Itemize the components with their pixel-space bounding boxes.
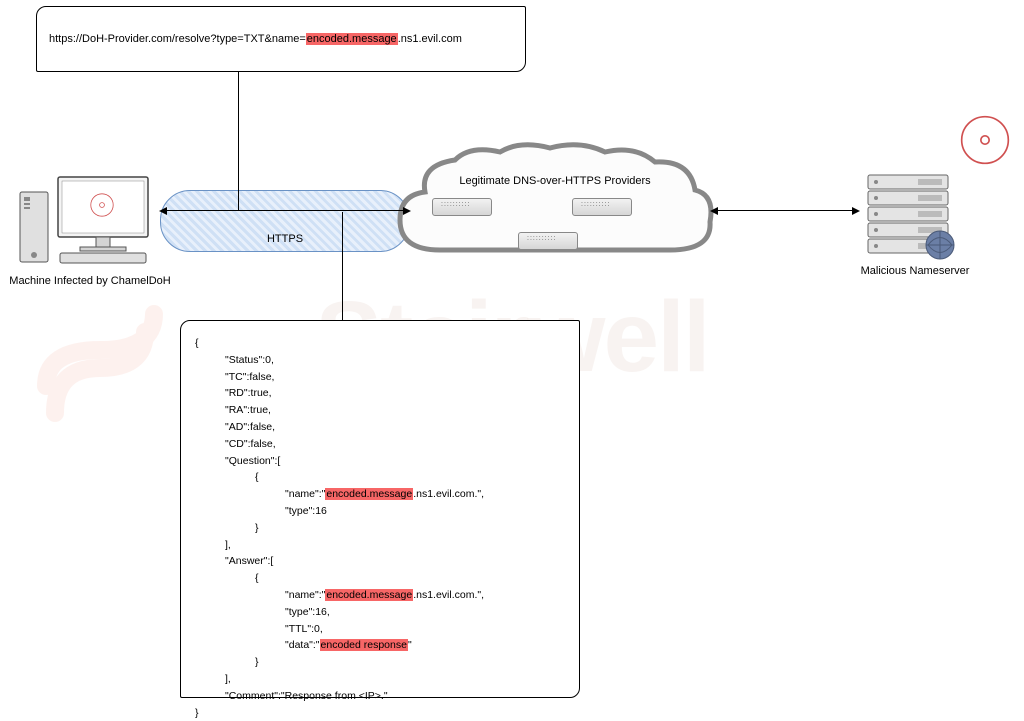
arrow-cloud-to-server [716, 210, 854, 211]
json-a-data-encoded: encoded response [320, 639, 408, 651]
json-rd: "RD":true, [195, 385, 565, 402]
watermark-logo-icon [10, 260, 190, 440]
router-icon-2 [572, 198, 632, 216]
json-answer-key: "Answer":[ [195, 553, 565, 570]
json-ad: "AD":false, [195, 419, 565, 436]
malicious-server-icon [858, 170, 958, 260]
json-cd: "CD":false, [195, 436, 565, 453]
arrow-computer-to-cloud [165, 210, 405, 211]
router-icon-3 [518, 232, 578, 250]
json-tc: "TC":false, [195, 369, 565, 386]
json-question-key: "Question":[ [195, 453, 565, 470]
connector-url-to-tunnel [238, 72, 239, 210]
json-a-name-encoded: encoded.message [325, 589, 413, 601]
json-ra: "RA":true, [195, 402, 565, 419]
json-a-ttl: "TTL":0, [195, 621, 565, 638]
https-tunnel: HTTPS [160, 190, 410, 252]
json-q-type: "type":16 [195, 503, 565, 520]
json-comment: "Comment":"Response from <IP>." [195, 688, 565, 705]
infected-computer-label: Machine Infected by ChamelDoH [0, 275, 180, 287]
cloud-label: Legitimate DNS-over-HTTPS Providers [420, 175, 690, 187]
json-a-type: "type":16, [195, 604, 565, 621]
json-q-name-encoded: encoded.message [325, 488, 413, 500]
doh-response-json-box: { "Status":0, "TC":false, "RD":true, "RA… [180, 320, 580, 698]
doh-request-url-box: https://DoH-Provider.com/resolve?type=TX… [36, 6, 526, 72]
infected-computer-icon [18, 167, 158, 267]
url-encoded-part: encoded.message [306, 33, 398, 45]
biohazard-icon [960, 115, 1010, 165]
server-label: Malicious Nameserver [840, 265, 990, 277]
router-icon-1 [432, 198, 492, 216]
connector-tunnel-to-json [342, 212, 343, 320]
https-label: HTTPS [267, 233, 303, 245]
json-status: "Status":0, [195, 352, 565, 369]
url-suffix: .ns1.evil.com [398, 33, 462, 45]
url-prefix: https://DoH-Provider.com/resolve?type=TX… [49, 33, 306, 45]
